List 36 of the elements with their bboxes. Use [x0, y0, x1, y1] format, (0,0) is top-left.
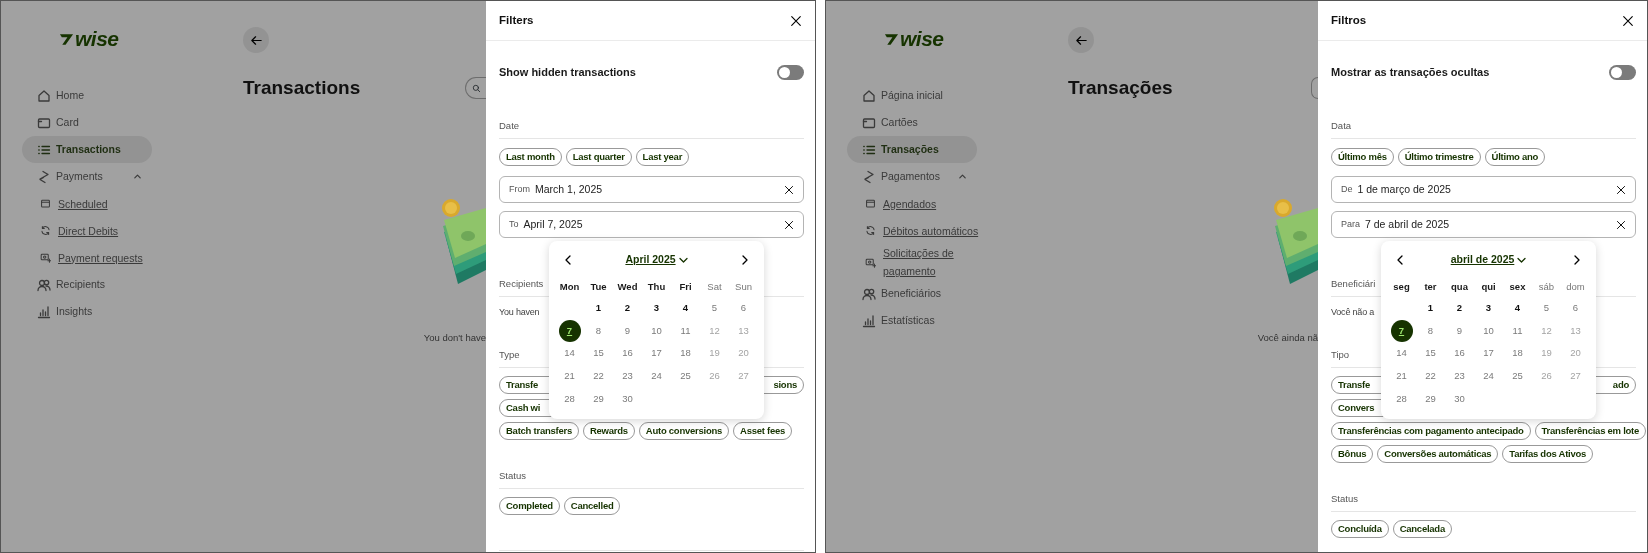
panel-title: Filters	[499, 12, 534, 28]
empty-recipients-text: Você não a	[1331, 306, 1375, 319]
field-value: 1 de março de 2025	[1357, 181, 1451, 197]
field-value: April 7, 2025	[523, 216, 583, 232]
field-label: From	[509, 182, 530, 196]
weekday-label: sáb	[1537, 279, 1556, 294]
weekday-label: seg	[1392, 279, 1411, 294]
weekday-label: qua	[1450, 279, 1469, 294]
field-label: Para	[1341, 217, 1360, 231]
page-title: Transações	[1068, 75, 1173, 100]
empty-state-text: You don't have	[423, 331, 486, 345]
panel-title: Filtros	[1331, 12, 1367, 28]
weekday-label: Tue	[589, 279, 608, 294]
weekday-label: Thu	[646, 279, 667, 294]
weekday-label: Fri	[678, 279, 693, 294]
section-label: Date	[499, 119, 804, 139]
empty-recipients-text: You haven	[499, 306, 540, 319]
weekday-label: ter	[1423, 279, 1438, 294]
field-label: De	[1341, 182, 1353, 196]
field-label: To	[509, 217, 519, 231]
section-label: Status	[1331, 492, 1636, 512]
toggle-label: Show hidden transactions	[499, 64, 636, 80]
weekday-label: Sat	[706, 279, 723, 294]
toggle-label: Mostrar as transações ocultas	[1331, 64, 1490, 80]
field-value: March 1, 2025	[535, 181, 603, 197]
weekday-label: qui	[1480, 279, 1497, 294]
section-label: Status	[499, 469, 804, 489]
weekday-label: dom	[1565, 279, 1586, 294]
page-title: Transactions	[243, 75, 361, 100]
empty-state-text: Você ainda nã	[1257, 331, 1318, 345]
weekday-label: Mon	[558, 279, 581, 294]
section-label: Data	[1331, 119, 1636, 139]
weekday-label: Sun	[734, 279, 753, 294]
weekday-label: sex	[1508, 279, 1527, 294]
weekday-label: Wed	[616, 279, 639, 294]
field-value: 7 de abril de 2025	[1365, 216, 1450, 232]
